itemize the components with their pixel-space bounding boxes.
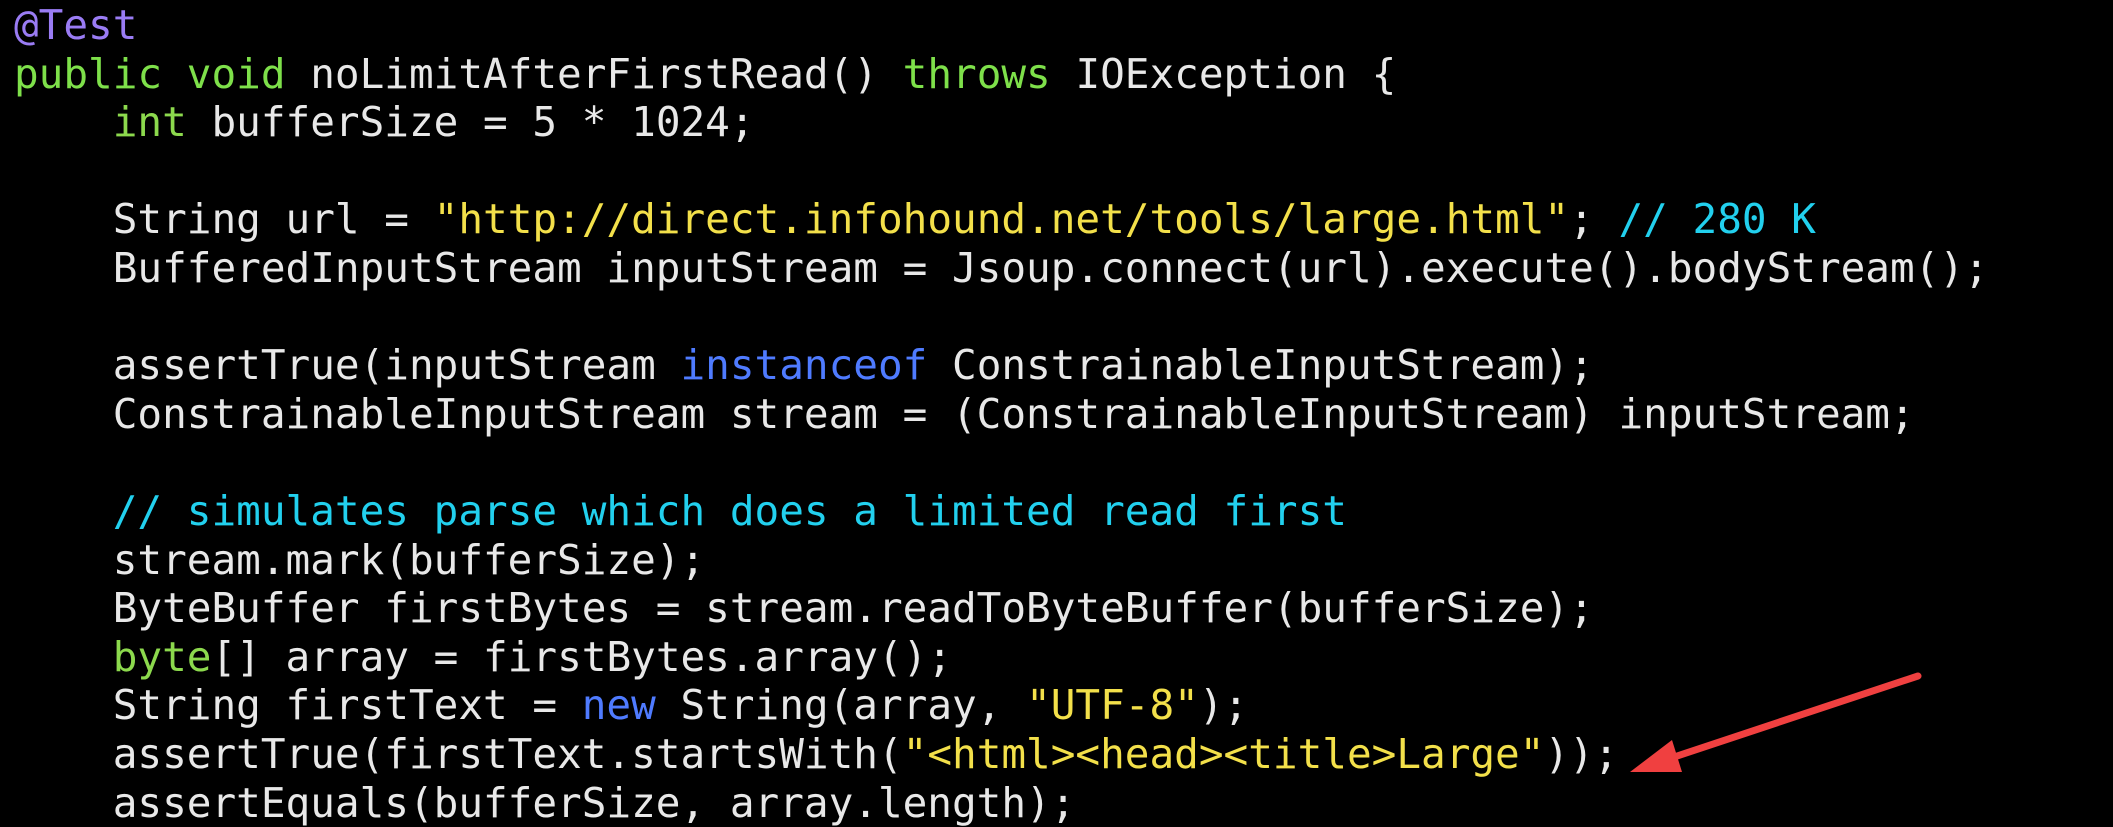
red-arrow-icon: [1630, 672, 1922, 772]
